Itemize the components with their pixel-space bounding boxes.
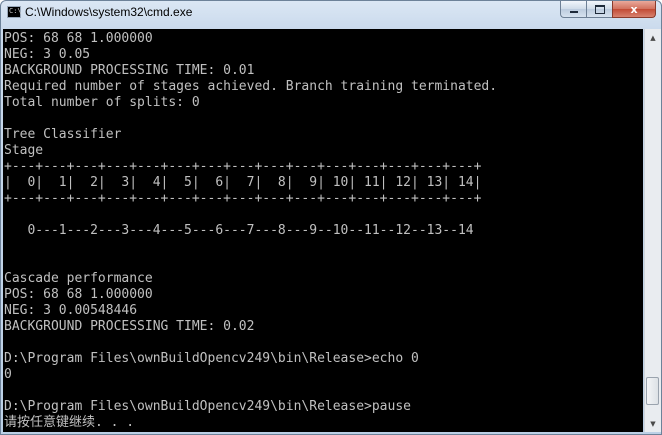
console-line: BACKGROUND PROCESSING TIME: 0.02 <box>4 319 255 334</box>
cmd-icon[interactable]: C:\ <box>7 6 22 18</box>
scroll-up-arrow-icon[interactable]: ▲ <box>645 29 661 46</box>
cmd-window: C:\ C:\Windows\system32\cmd.exe x POS: 6… <box>0 0 662 435</box>
console-line: Tree Classifier <box>4 127 122 142</box>
scroll-down-arrow-icon[interactable]: ▼ <box>645 415 661 432</box>
console-text: POS: 68 68 1.000000 NEG: 3 0.05 BACKGROUND… <box>4 31 497 431</box>
minimize-button[interactable] <box>560 1 586 18</box>
close-icon: x <box>630 2 638 16</box>
console-line: Stage <box>4 143 44 158</box>
close-button[interactable]: x <box>612 1 656 18</box>
console-line: D:\Program Files\ownBuildOpencv249\bin\R… <box>4 351 419 366</box>
cmd-icon-glyph: C:\ <box>9 7 22 15</box>
console-line: 0---1---2---3---4---5---6---7---8---9--1… <box>4 223 474 238</box>
console-line: POS: 68 68 1.000000 <box>4 287 153 302</box>
console-line: 请按任意键继续. . . <box>4 415 135 430</box>
console-output[interactable]: POS: 68 68 1.000000 NEG: 3 0.05 BACKGROUND… <box>3 29 643 432</box>
console-line: POS: 68 68 1.000000 <box>4 31 153 46</box>
console-line: D:\Program Files\ownBuildOpencv249\bin\R… <box>4 399 411 414</box>
console-line: 0 <box>4 367 12 382</box>
console-line: BACKGROUND PROCESSING TIME: 0.01 <box>4 63 255 78</box>
maximize-button[interactable] <box>586 1 612 18</box>
minimize-icon <box>569 11 578 13</box>
scroll-thumb[interactable] <box>646 376 659 405</box>
console-line: Cascade performance <box>4 271 153 286</box>
maximize-icon <box>594 4 605 14</box>
window-title: C:\Windows\system32\cmd.exe <box>25 5 193 19</box>
console-line: | 0| 1| 2| 3| 4| 5| 6| 7| 8| 9| 10| 11| … <box>4 175 482 190</box>
vertical-scrollbar[interactable]: ▲ ▼ <box>644 29 661 432</box>
console-line: NEG: 3 0.00548446 <box>4 303 138 318</box>
console-line: +---+---+---+---+---+---+---+---+---+---… <box>4 191 482 206</box>
caption-buttons: x <box>560 1 656 19</box>
console-line: +---+---+---+---+---+---+---+---+---+---… <box>4 159 482 174</box>
title-bar[interactable]: C:\ C:\Windows\system32\cmd.exe x <box>1 1 661 29</box>
console-line: Total number of splits: 0 <box>4 95 200 110</box>
console-line: NEG: 3 0.05 <box>4 47 91 62</box>
console-line: Required number of stages achieved. Bran… <box>4 79 498 94</box>
